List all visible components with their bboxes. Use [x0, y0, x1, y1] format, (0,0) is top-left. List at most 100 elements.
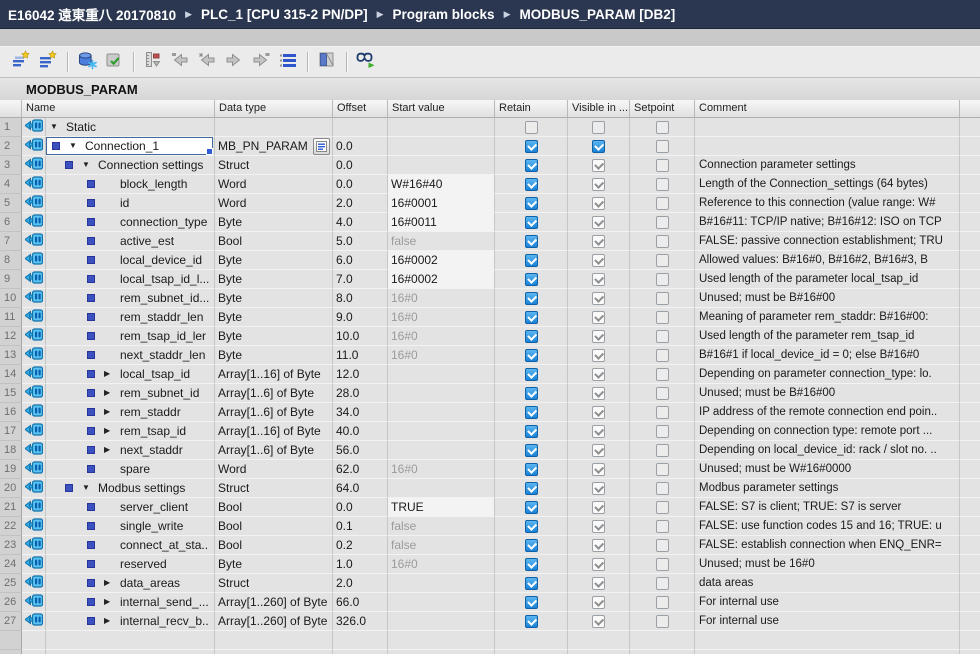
datatype-cell[interactable]: Byte	[215, 308, 333, 327]
datatype-cell[interactable]: Array[1..6] of Byte	[215, 403, 333, 422]
datatype-cell[interactable]: Bool	[215, 517, 333, 536]
retain-checkbox[interactable]	[525, 482, 538, 495]
start-value-cell[interactable]: 16#0	[388, 346, 495, 365]
expander-down-icon[interactable]: ▼	[69, 142, 85, 150]
block-interface-button[interactable]	[314, 49, 340, 75]
datatype-cell[interactable]	[215, 118, 333, 137]
offset-cell[interactable]: 40.0	[333, 422, 388, 441]
setpoint-checkbox[interactable]	[656, 463, 669, 476]
setpoint-checkbox[interactable]	[656, 615, 669, 628]
retain-checkbox[interactable]	[525, 178, 538, 191]
column-header-retain[interactable]: Retain	[495, 100, 568, 117]
row-number[interactable]: 22	[0, 517, 22, 536]
setpoint-checkbox[interactable]	[656, 197, 669, 210]
expander-right-icon[interactable]: ▶	[104, 579, 120, 587]
offset-cell[interactable]: 326.0	[333, 612, 388, 631]
retain-checkbox[interactable]	[525, 577, 538, 590]
offset-cell[interactable]: 10.0	[333, 327, 388, 346]
start-value-cell[interactable]	[388, 137, 495, 156]
row-number[interactable]: 24	[0, 555, 22, 574]
monitor-all-button[interactable]	[353, 49, 379, 75]
setpoint-checkbox[interactable]	[656, 121, 669, 134]
name-cell[interactable]: ▶internal_recv_b..	[46, 612, 215, 631]
comment-cell[interactable]: data areas	[695, 574, 960, 593]
offset-cell[interactable]: 62.0	[333, 460, 388, 479]
start-value-cell[interactable]: false	[388, 536, 495, 555]
name-cell[interactable]: ▼Static	[46, 118, 215, 137]
row-number[interactable]: 25	[0, 574, 22, 593]
datatype-cell[interactable]: Byte	[215, 346, 333, 365]
datatype-cell[interactable]: Byte	[215, 270, 333, 289]
offset-cell[interactable]: 11.0	[333, 346, 388, 365]
start-value-cell[interactable]: 16#0	[388, 308, 495, 327]
offset-cell[interactable]: 2.0	[333, 194, 388, 213]
setpoint-checkbox[interactable]	[656, 254, 669, 267]
column-header-comment[interactable]: Comment	[695, 100, 960, 117]
retain-checkbox[interactable]	[525, 349, 538, 362]
name-cell[interactable]: ▼Connection_1	[46, 137, 215, 156]
retain-checkbox[interactable]	[525, 292, 538, 305]
setpoint-checkbox[interactable]	[656, 368, 669, 381]
name-cell[interactable]: ▶local_tsap_id	[46, 365, 215, 384]
name-cell[interactable]: id	[46, 194, 215, 213]
start-value-cell[interactable]	[388, 384, 495, 403]
datatype-cell[interactable]: Word	[215, 460, 333, 479]
datatype-cell[interactable]: Array[1..16] of Byte	[215, 422, 333, 441]
retain-checkbox[interactable]	[525, 273, 538, 286]
comment-cell[interactable]: Depending on local_device_id: rack / slo…	[695, 441, 960, 460]
expander-down-icon[interactable]: ▼	[82, 161, 98, 169]
comment-cell[interactable]: FALSE: use function codes 15 and 16; TRU…	[695, 517, 960, 536]
retain-checkbox[interactable]	[525, 311, 538, 324]
retain-checkbox[interactable]	[525, 463, 538, 476]
datatype-cell[interactable]: MB_PN_PARAM	[215, 137, 333, 156]
add-row-button[interactable]	[35, 49, 61, 75]
expander-right-icon[interactable]: ▶	[104, 427, 120, 435]
row-number[interactable]: 18	[0, 441, 22, 460]
name-cell[interactable]: ▶next_staddr	[46, 441, 215, 460]
offset-cell[interactable]: 0.0	[333, 156, 388, 175]
setpoint-checkbox[interactable]	[656, 425, 669, 438]
start-value-cell[interactable]	[388, 403, 495, 422]
row-number[interactable]: 7	[0, 232, 22, 251]
expander-right-icon[interactable]: ▶	[104, 446, 120, 454]
type-selector-button[interactable]	[313, 138, 330, 155]
datatype-cell[interactable]: Byte	[215, 213, 333, 232]
datatype-cell[interactable]: Word	[215, 194, 333, 213]
setpoint-checkbox[interactable]	[656, 501, 669, 514]
offset-cell[interactable]: 5.0	[333, 232, 388, 251]
row-number[interactable]: 10	[0, 289, 22, 308]
row-number[interactable]: 26	[0, 593, 22, 612]
name-cell[interactable]: rem_subnet_id...	[46, 289, 215, 308]
retain-checkbox[interactable]	[525, 406, 538, 419]
setpoint-checkbox[interactable]	[656, 311, 669, 324]
name-cell[interactable]: connection_type	[46, 213, 215, 232]
row-number[interactable]: 1	[0, 118, 22, 137]
row-number[interactable]: 19	[0, 460, 22, 479]
setpoint-checkbox[interactable]	[656, 596, 669, 609]
row-number[interactable]: 12	[0, 327, 22, 346]
column-header-visible[interactable]: Visible in ...	[568, 100, 630, 117]
row-number[interactable]: 3	[0, 156, 22, 175]
comment-cell[interactable]: Length of the Connection_settings (64 by…	[695, 175, 960, 194]
comment-cell[interactable]: Unused; must be B#16#00	[695, 384, 960, 403]
datatype-cell[interactable]: Bool	[215, 232, 333, 251]
row-number[interactable]: 2	[0, 137, 22, 156]
offset-cell[interactable]: 2.0	[333, 574, 388, 593]
expanded-mode-button[interactable]	[275, 49, 301, 75]
start-value-cell[interactable]: 16#0002	[388, 270, 495, 289]
initialize-setpoints-button[interactable]	[248, 49, 274, 75]
retain-checkbox[interactable]	[525, 197, 538, 210]
breadcrumb-segment[interactable]: MODBUS_PARAM [DB2]	[520, 7, 676, 22]
name-cell[interactable]: active_est	[46, 232, 215, 251]
retain-checkbox[interactable]	[525, 444, 538, 457]
column-header-offset[interactable]: Offset	[333, 100, 388, 117]
row-number[interactable]: 14	[0, 365, 22, 384]
row-number[interactable]: 8	[0, 251, 22, 270]
offset-cell[interactable]: 28.0	[333, 384, 388, 403]
retain-checkbox[interactable]	[525, 254, 538, 267]
offset-cell[interactable]: 34.0	[333, 403, 388, 422]
comment-cell[interactable]: FALSE: S7 is client; TRUE: S7 is server	[695, 498, 960, 517]
expander-right-icon[interactable]: ▶	[104, 370, 120, 378]
column-header-setpoint[interactable]: Setpoint	[630, 100, 695, 117]
row-number[interactable]: 11	[0, 308, 22, 327]
